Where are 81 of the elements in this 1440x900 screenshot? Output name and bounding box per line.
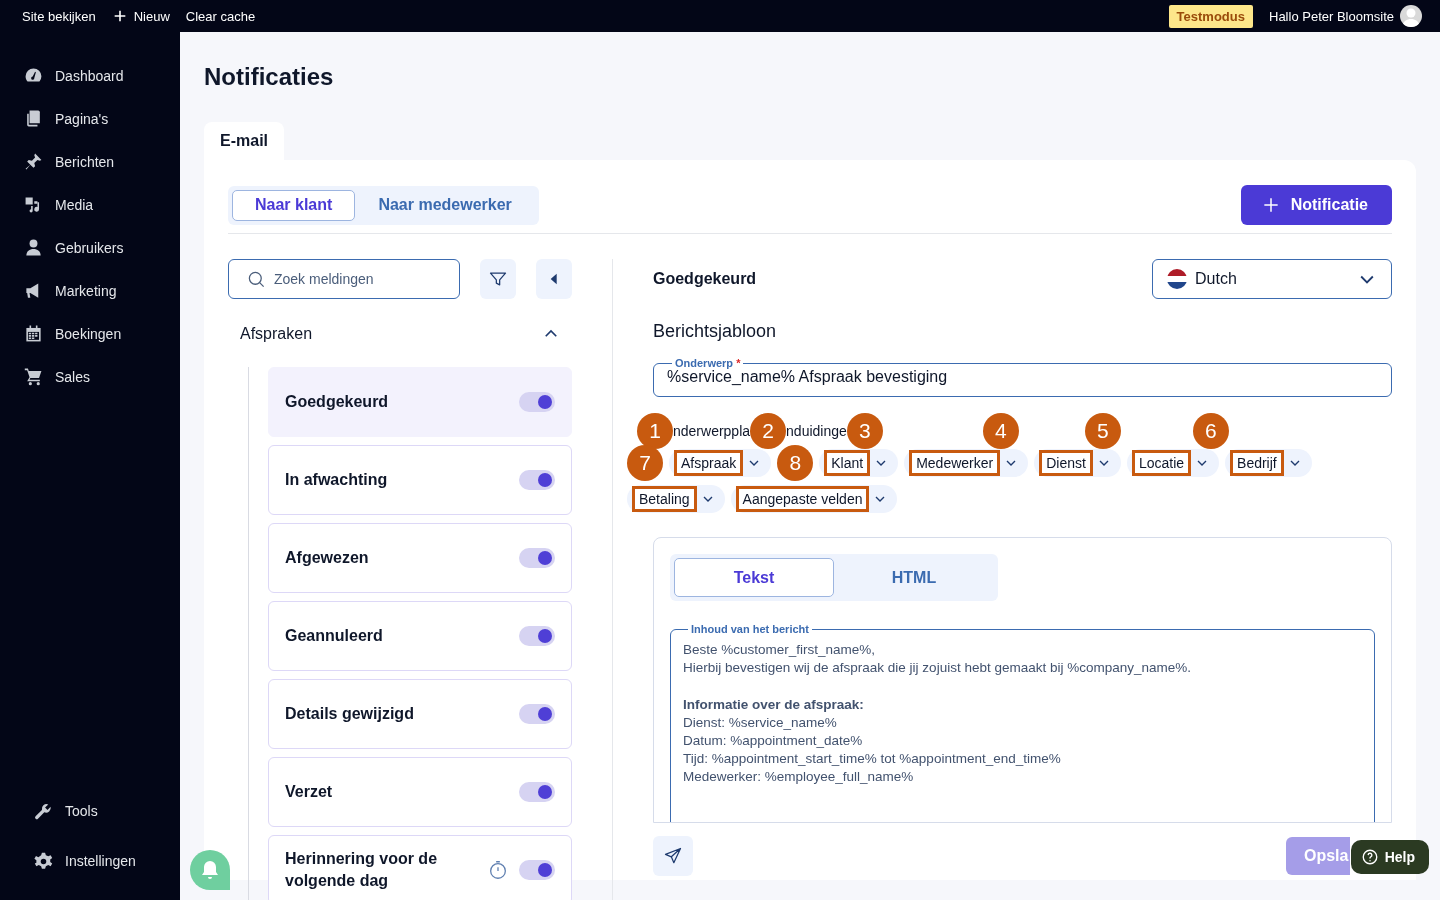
- help-icon: [1360, 848, 1379, 866]
- search-icon: [247, 269, 266, 289]
- notification-item[interactable]: Verzet: [268, 757, 572, 827]
- toggle-switch[interactable]: [519, 548, 555, 568]
- step-marker: 8: [777, 445, 814, 481]
- notification-item[interactable]: Herinnering voor de volgende dag: [268, 835, 572, 900]
- toggle-switch[interactable]: [519, 860, 555, 880]
- step-marker: 3: [846, 413, 883, 449]
- placeholder-dropdown[interactable]: Bedrijf: [1225, 449, 1312, 477]
- placeholder-dropdown[interactable]: Afspraak: [669, 449, 772, 477]
- subject-field[interactable]: Onderwerp * %service_name% Afspraak bevestiging: [653, 357, 1392, 397]
- channel-tab[interactable]: E-mail: [204, 122, 284, 160]
- notification-item[interactable]: Geannuleerd: [268, 601, 572, 671]
- placeholders-label: nduidinge: [786, 423, 847, 439]
- send-test-button[interactable]: [653, 836, 693, 876]
- step-marker: 5: [1084, 413, 1121, 449]
- toggle-switch[interactable]: [519, 626, 555, 646]
- step-marker: 2: [750, 413, 787, 449]
- placeholder-dropdown[interactable]: Betaling: [627, 485, 725, 513]
- field-label: Onderwerp: [675, 357, 734, 369]
- step-marker: 1: [637, 413, 673, 449]
- step-marker: 7: [627, 445, 663, 481]
- format-tab[interactable]: HTML: [834, 558, 994, 597]
- avatar-icon[interactable]: [1400, 5, 1422, 27]
- sidebar-item[interactable]: Marketing: [0, 269, 180, 312]
- topbar-link[interactable]: Clear cache: [185, 8, 256, 24]
- section-heading: Berichtsjabloon: [653, 321, 778, 343]
- notification-item[interactable]: Goedgekeurd: [268, 367, 572, 437]
- toggle-switch[interactable]: [519, 782, 555, 802]
- notification-item[interactable]: Details gewijzigd: [268, 679, 572, 749]
- cart-icon: [24, 367, 43, 386]
- topbar-link[interactable]: Site bekijken: [22, 8, 96, 24]
- step-marker: 4: [982, 413, 1019, 449]
- toggle-switch[interactable]: [519, 704, 555, 724]
- placeholder-dropdown[interactable]: Locatie: [1126, 449, 1220, 477]
- notification-item[interactable]: Afgewezen: [268, 523, 572, 593]
- help-button[interactable]: Help: [1350, 840, 1429, 874]
- collapse-button[interactable]: [536, 259, 572, 299]
- flag-icon: [1167, 269, 1187, 289]
- calendar-icon: [24, 324, 43, 343]
- placeholder-dropdown[interactable]: Medewerker: [904, 449, 1029, 477]
- topbar-link[interactable]: Nieuw: [111, 8, 170, 24]
- placeholder-dropdown[interactable]: Aangepaste velden: [730, 485, 898, 513]
- sidebar-item[interactable]: Tools: [0, 786, 180, 836]
- filter-button[interactable]: [480, 259, 516, 299]
- toggle-switch[interactable]: [519, 392, 555, 412]
- sidebar-item[interactable]: Berichten: [0, 140, 180, 183]
- sidebar-item[interactable]: Dashboard: [0, 54, 180, 97]
- group-title: Afspraken: [240, 325, 313, 343]
- group-header[interactable]: Afspraken: [228, 316, 572, 352]
- pages-icon: [24, 109, 43, 128]
- notification-item[interactable]: In afwachting: [268, 445, 572, 515]
- pushpin-icon: [24, 152, 43, 171]
- step-marker: 6: [1192, 413, 1229, 449]
- test-mode-badge: Testmodus: [1168, 4, 1253, 28]
- sidebar-item[interactable]: Sales: [0, 355, 180, 398]
- language-select[interactable]: Dutch: [1152, 259, 1392, 299]
- add-notification-button[interactable]: Notificatie: [1240, 185, 1392, 225]
- page-title: Notificaties: [204, 62, 335, 92]
- notification-title: Goedgekeurd: [653, 270, 757, 288]
- sidebar-item[interactable]: Gebruikers: [0, 226, 180, 269]
- settings-icon: [34, 851, 53, 871]
- sidebar-item[interactable]: Boekingen: [0, 312, 180, 355]
- user-icon: [24, 238, 43, 257]
- audience-tab[interactable]: Naar medewerker: [355, 189, 535, 221]
- format-tab[interactable]: Tekst: [674, 558, 834, 597]
- sidebar-item[interactable]: Media: [0, 183, 180, 226]
- greeting: Hallo Peter Bloomsite: [1269, 8, 1394, 24]
- required-mark: *: [736, 357, 741, 369]
- search-input[interactable]: Zoek meldingen: [272, 270, 446, 288]
- audience-tab[interactable]: Naar klant: [232, 189, 356, 221]
- message-field[interactable]: Inhoud van het bericht Beste %customer_first_name%, Hierbij bevestigen wij de afspraak die jij zojuist hebt gemaakt bij %company_name%. Informatie over de afspraak: Dienst: %service_name% Datum: %appointment_date% Tijd: %appointment_start_time% tot %appointment_end_time% Medewerker: %employee_full_name%: [670, 623, 1375, 822]
- toggle-switch[interactable]: [519, 470, 555, 490]
- placeholder-dropdown[interactable]: Dienst: [1034, 449, 1121, 477]
- paper-plane-icon: [663, 846, 683, 866]
- placeholder-dropdown[interactable]: Klant: [819, 449, 899, 477]
- sidebar-item[interactable]: Instellingen: [0, 836, 180, 886]
- wrench-icon: [34, 801, 53, 821]
- placeholders-label: nderwerppla: [673, 423, 751, 439]
- search-field[interactable]: Zoek meldingen: [228, 259, 460, 299]
- sidebar-item[interactable]: Pagina's: [0, 97, 180, 140]
